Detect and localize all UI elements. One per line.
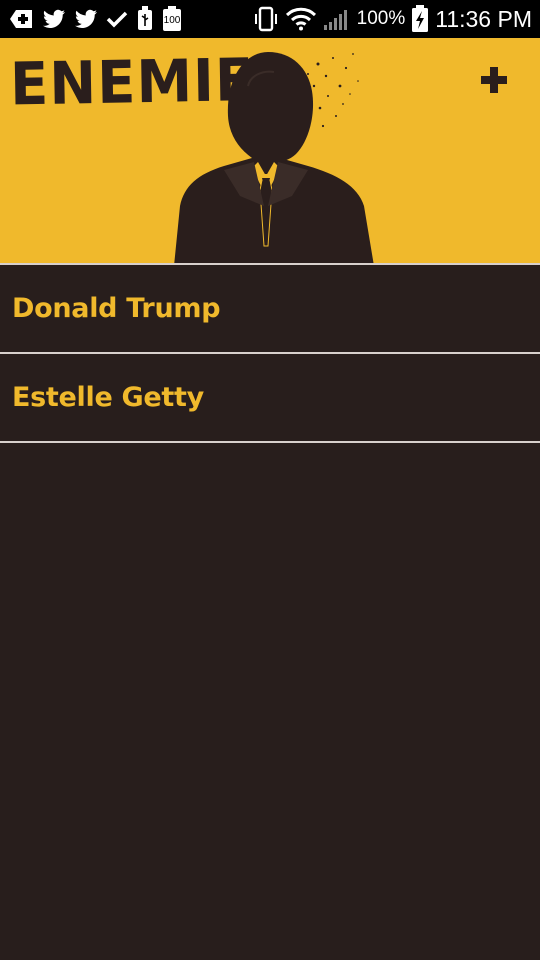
twitter-icon — [42, 7, 66, 31]
vibrate-icon — [253, 6, 279, 32]
faceless-man-illustration — [168, 46, 388, 263]
status-notifications: 100 — [8, 6, 182, 31]
battery-percent: 100% — [356, 8, 406, 29]
plus-icon — [481, 67, 507, 93]
clock: 11:36 PM — [435, 5, 532, 32]
wifi-icon — [285, 7, 317, 31]
enemies-list: Donald Trump Estelle Getty — [0, 263, 540, 443]
twitter-icon — [74, 7, 98, 31]
signal-icon — [323, 7, 351, 31]
usb-icon — [136, 6, 154, 31]
check-icon — [106, 7, 128, 31]
status-system: 100% 11:36 PM — [253, 5, 532, 33]
battery-charging-icon — [411, 5, 429, 32]
enemy-name: Estelle Getty — [12, 382, 204, 413]
battery-small-icon: 100 — [162, 6, 182, 31]
status-bar: 100 100% 11:36 PM — [0, 0, 540, 38]
list-item[interactable]: Donald Trump — [0, 265, 540, 354]
app-header: ENEMIES — [0, 38, 540, 263]
list-item[interactable]: Estelle Getty — [0, 354, 540, 443]
plus-badge-icon — [8, 7, 34, 31]
add-enemy-button[interactable] — [474, 60, 514, 100]
enemy-name: Donald Trump — [12, 293, 221, 324]
